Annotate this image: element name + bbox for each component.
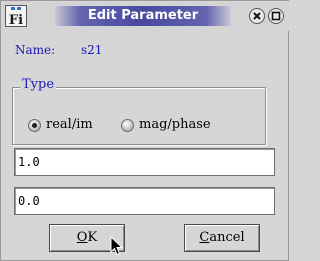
svg-text:Fi: Fi [9,13,23,27]
title-bar[interactable]: Fi Edit Parameter [1,1,290,31]
cancel-label-rest: ancel [209,230,245,245]
fi-app-icon[interactable]: Fi [5,5,27,27]
radio-real-im-label[interactable]: real/im [46,117,93,132]
title-highlight: Edit Parameter [55,6,231,26]
maximize-icon [271,11,281,21]
edit-parameter-dialog: Fi Edit Parameter Name: s21 Type real/im… [0,0,290,261]
radio-mag-phase-label[interactable]: mag/phase [139,117,211,132]
close-icon [253,12,261,20]
radio-real-im[interactable] [28,119,41,132]
mouse-pointer-icon [110,236,124,256]
radio-mag-phase[interactable] [121,119,134,132]
close-button[interactable] [249,8,265,24]
name-label: Name: [15,43,56,57]
ok-mnemonic: O [76,230,88,245]
window-title: Edit Parameter [87,8,199,23]
type-groupbox [12,87,266,145]
maximize-button[interactable] [268,8,284,24]
cancel-mnemonic: C [199,230,210,245]
ok-label-rest: K [87,230,98,245]
cancel-button[interactable]: Cancel [184,224,260,252]
type-legend: Type [20,77,57,92]
name-value: s21 [81,43,103,57]
value-input-2[interactable]: 0.0 [14,187,275,215]
radio-selected-dot [32,123,37,128]
value-input-1[interactable]: 1.0 [14,148,275,176]
